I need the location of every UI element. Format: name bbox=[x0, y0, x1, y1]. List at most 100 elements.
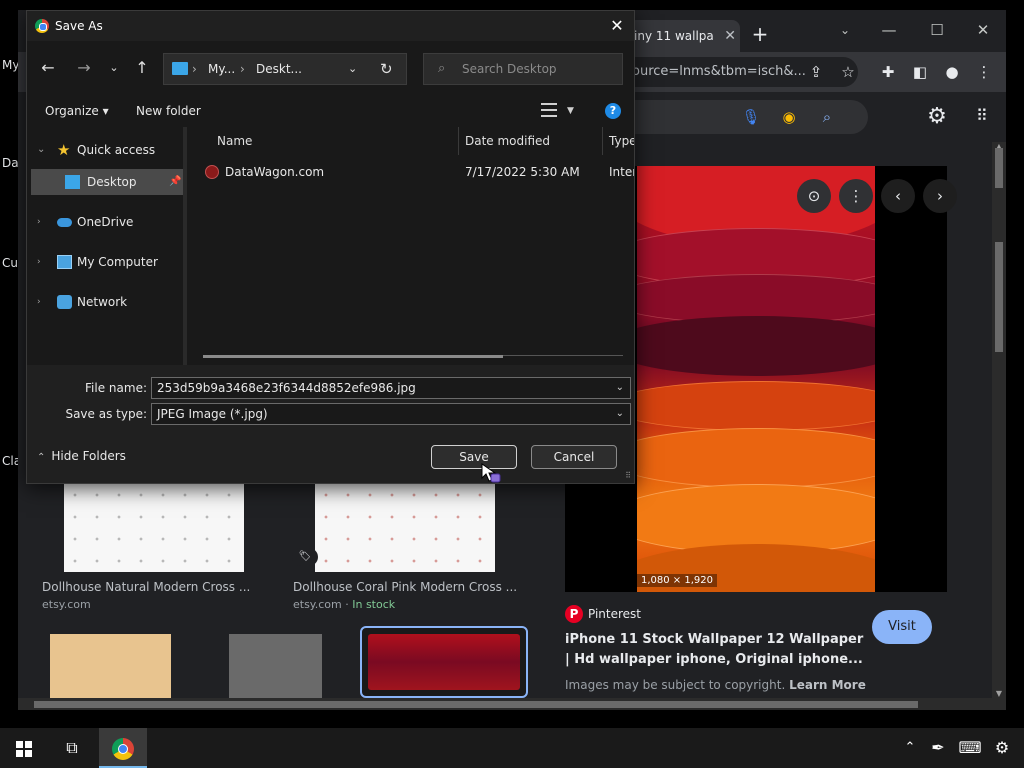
google-search-box[interactable]: 🎙 ◉ ⌕ bbox=[608, 100, 868, 134]
learn-more-link[interactable]: Learn More bbox=[789, 678, 866, 692]
back-arrow-icon[interactable]: ← bbox=[37, 57, 59, 79]
column-header-type[interactable]: Type bbox=[603, 127, 634, 155]
scroll-down-icon[interactable]: ▼ bbox=[992, 689, 1006, 698]
view-dropdown-icon[interactable]: ▼ bbox=[567, 95, 574, 127]
view-options-icon[interactable] bbox=[541, 103, 557, 117]
cancel-button[interactable]: Cancel bbox=[531, 445, 617, 469]
sort-ascending-icon: ^ bbox=[329, 127, 337, 133]
page-vertical-scrollbar[interactable]: ▲ ▼ bbox=[992, 142, 1006, 698]
hscrollbar-thumb[interactable] bbox=[34, 701, 918, 708]
nav-item-desktop[interactable]: Desktop 📌 bbox=[31, 169, 183, 195]
nav-item-onedrive[interactable]: › OneDrive bbox=[27, 209, 183, 235]
bookmark-star-icon[interactable]: ☆ bbox=[836, 60, 860, 84]
result-thumbnail-1[interactable] bbox=[64, 484, 244, 572]
address-dropdown-icon[interactable]: ⌄ bbox=[348, 54, 357, 84]
file-name-label: File name: bbox=[85, 381, 147, 395]
column-header-name[interactable]: Name ^ bbox=[187, 127, 459, 155]
dialog-close-icon[interactable]: ✕ bbox=[606, 11, 628, 41]
wallpaper-image[interactable] bbox=[637, 166, 875, 592]
hide-folders-button[interactable]: ⌃ Hide Folders bbox=[37, 449, 126, 463]
file-name: DataWagon.com bbox=[225, 165, 325, 179]
breadcrumb-desktop[interactable]: Deskt... bbox=[256, 54, 302, 84]
collapsed-chevron-icon-2[interactable]: › bbox=[37, 249, 41, 275]
refresh-icon[interactable]: ↻ bbox=[380, 54, 393, 84]
url-text: ource=lnms&tbm=isch&... bbox=[632, 64, 806, 79]
up-arrow-icon[interactable]: ↑ bbox=[131, 57, 153, 79]
nav-item-network[interactable]: › Network bbox=[27, 289, 183, 315]
search-submit-icon[interactable]: ⌕ bbox=[816, 106, 838, 128]
lens-search-icon[interactable]: ⊙ bbox=[797, 179, 831, 213]
window-close-icon[interactable]: ✕ bbox=[960, 16, 1006, 44]
result-title-2[interactable]: Dollhouse Coral Pink Modern Cross ... bbox=[293, 580, 517, 594]
profile-icon[interactable]: ● bbox=[940, 60, 964, 84]
new-tab-button[interactable]: + bbox=[748, 22, 772, 46]
taskbar-chrome-button[interactable] bbox=[99, 728, 147, 768]
column-header-date[interactable]: Date modified bbox=[459, 127, 603, 155]
collapsed-chevron-icon[interactable]: › bbox=[37, 209, 41, 235]
task-view-icon[interactable]: ⧉ bbox=[48, 728, 96, 768]
nav-item-my-computer[interactable]: › My Computer bbox=[27, 249, 183, 275]
file-name-input[interactable]: 253d59b9a3468e23f6344d8852efe986.jpg ⌄ bbox=[151, 377, 631, 399]
tab-search-icon[interactable]: ⌄ bbox=[822, 16, 868, 44]
save-type-select[interactable]: JPEG Image (*.jpg) ⌄ bbox=[151, 403, 631, 425]
dialog-search-input[interactable]: ⌕ Search Desktop bbox=[423, 53, 623, 85]
save-type-label: Save as type: bbox=[65, 407, 147, 421]
collapsed-chevron-icon-3[interactable]: › bbox=[37, 289, 41, 315]
next-image-icon[interactable]: › bbox=[923, 179, 957, 213]
wallpaper-band-6 bbox=[637, 428, 875, 488]
voice-search-icon[interactable]: 🎙 bbox=[740, 106, 762, 128]
page-horizontal-scrollbar[interactable] bbox=[18, 698, 1006, 710]
recent-locations-chevron-icon[interactable]: ⌄ bbox=[103, 57, 125, 79]
search-icon: ⌕ bbox=[438, 61, 446, 76]
extensions-icon[interactable]: ✚ bbox=[876, 60, 900, 84]
visit-button[interactable]: Visit bbox=[872, 610, 932, 644]
browser-tab[interactable]: iny 11 wallpa ✕ bbox=[628, 20, 740, 52]
collapse-chevron-icon: ⌃ bbox=[37, 452, 46, 463]
scrollbar-thumb-top[interactable] bbox=[995, 148, 1003, 188]
google-apps-icon[interactable]: ⠿ bbox=[976, 106, 996, 126]
result-thumbnail-5-selected[interactable] bbox=[360, 626, 528, 698]
internet-shortcut-icon bbox=[205, 165, 219, 179]
forward-arrow-icon[interactable]: → bbox=[73, 57, 95, 79]
expanded-chevron-icon[interactable]: ⌄ bbox=[37, 137, 45, 163]
scrollbar-thumb[interactable] bbox=[995, 242, 1003, 352]
result-title-1[interactable]: Dollhouse Natural Modern Cross ... bbox=[42, 580, 250, 594]
resize-grip-icon[interactable]: ⠿ bbox=[625, 471, 631, 480]
new-folder-button[interactable]: New folder bbox=[136, 95, 201, 127]
nav-item-quick-access[interactable]: ⌄ ★ Quick access bbox=[27, 137, 183, 163]
maximize-icon[interactable]: ☐ bbox=[914, 16, 960, 44]
help-icon[interactable]: ? bbox=[605, 103, 621, 119]
organize-button[interactable]: Organize ▾ bbox=[45, 95, 109, 127]
start-button[interactable] bbox=[0, 728, 48, 768]
desktop-folder-icon bbox=[65, 175, 80, 189]
menu-icon[interactable]: ⋮ bbox=[972, 60, 996, 84]
file-name-dropdown-icon[interactable]: ⌄ bbox=[616, 378, 624, 398]
pen-icon[interactable]: ✒ bbox=[920, 728, 956, 768]
save-type-dropdown-icon[interactable]: ⌄ bbox=[616, 404, 624, 424]
result-thumbnail-4[interactable] bbox=[229, 634, 322, 698]
share-icon[interactable]: ⇪ bbox=[804, 60, 828, 84]
file-row[interactable]: DataWagon.com 7/17/2022 5:30 AM Intern bbox=[187, 159, 634, 185]
copyright-text: Images may be subject to copyright. bbox=[565, 678, 786, 692]
windows-logo-icon bbox=[16, 740, 32, 757]
minimize-icon[interactable]: — bbox=[866, 16, 912, 44]
pin-icon[interactable]: 📌 bbox=[169, 169, 181, 195]
preview-title[interactable]: iPhone 11 Stock Wallpaper 12 Wallpaper |… bbox=[565, 630, 865, 670]
keyboard-icon[interactable]: ⌨ bbox=[954, 728, 986, 768]
dialog-address-bar[interactable]: › My... › Deskt... ⌄ ↻ bbox=[163, 53, 407, 85]
settings-tray-icon[interactable]: ⚙ bbox=[986, 728, 1018, 768]
previous-image-icon[interactable]: ‹ bbox=[881, 179, 915, 213]
side-panel-icon[interactable]: ◧ bbox=[908, 60, 932, 84]
result-thumbnail-3[interactable] bbox=[50, 634, 171, 698]
file-pane-hscrollbar[interactable] bbox=[203, 355, 503, 358]
dialog-title-bar[interactable]: Save As ✕ bbox=[27, 11, 634, 41]
result-thumbnail-2[interactable] bbox=[315, 484, 495, 572]
breadcrumb-my[interactable]: My... bbox=[208, 54, 235, 84]
settings-gear-icon[interactable]: ⚙ bbox=[924, 104, 950, 130]
hide-folders-label: Hide Folders bbox=[51, 449, 126, 463]
edge-text-2: Da bbox=[2, 156, 19, 170]
more-options-icon[interactable]: ⋮ bbox=[839, 179, 873, 213]
lens-icon[interactable]: ◉ bbox=[778, 106, 800, 128]
save-button[interactable]: Save bbox=[431, 445, 517, 469]
tab-close-icon[interactable]: ✕ bbox=[724, 20, 736, 52]
